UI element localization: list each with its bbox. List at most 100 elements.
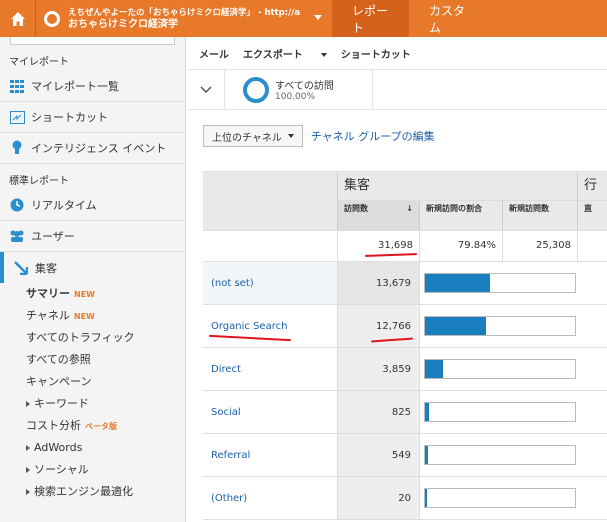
bar-cell	[420, 477, 607, 519]
share-bar-track	[424, 402, 576, 422]
channel-link[interactable]: (Other)	[203, 477, 338, 519]
header-acquisition: 集客	[338, 172, 578, 200]
report-toolbar: メール エクスポート ショートカット	[187, 37, 607, 70]
sub-label: サマリー	[26, 287, 70, 300]
clock-icon	[9, 197, 25, 213]
sidebar-item-label: ショートカット	[31, 111, 108, 124]
sidebar-sub-campaign[interactable]: キャンペーン	[0, 371, 185, 393]
sidebar-item-label: マイレポート一覧	[31, 80, 119, 93]
home-button[interactable]	[0, 0, 36, 37]
account-url: えちぜんやよーたの「おちゃらけミクロ経済学」 - http://acade...	[68, 7, 300, 18]
sidebar-item-label: 集客	[35, 261, 57, 275]
chevron-down-icon	[199, 85, 212, 93]
header-visits[interactable]: 訪問数 ↓	[338, 200, 420, 230]
sidebar-sub-summary[interactable]: サマリー NEW	[0, 283, 185, 305]
sub-label: ソーシャル	[34, 463, 89, 476]
users-icon	[9, 228, 25, 244]
beta-badge: ベータ版	[85, 422, 117, 431]
channel-link[interactable]: (not set)	[203, 262, 338, 304]
sidebar-item-label: リアルタイム	[31, 199, 97, 212]
sub-label: AdWords	[34, 441, 83, 454]
share-bar-track	[424, 316, 576, 336]
segment-row: すべての訪問 100.00%	[187, 69, 607, 110]
edit-channel-group-link[interactable]: チャネル グループの編集	[311, 128, 435, 144]
shortcut-icon	[9, 109, 25, 125]
channel-link[interactable]: Referral	[203, 434, 338, 476]
visits-value: 3,859	[338, 348, 420, 390]
sidebar-item-acquisition[interactable]: 集客	[0, 252, 185, 283]
sidebar-item-realtime[interactable]: リアルタイム	[0, 190, 185, 221]
sidebar-sub-seo[interactable]: 検索エンジン最適化	[0, 481, 185, 503]
table-group-header: 集客 行	[203, 172, 607, 200]
my-report-heading: マイレポート	[9, 57, 69, 68]
sidebar: マイレポート マイレポート一覧 ショートカット インテリジェンス イベント 標準…	[0, 37, 186, 522]
sidebar-sub-all-referrals[interactable]: すべての参照	[0, 349, 185, 371]
dimension-select[interactable]: 上位のチャネル	[203, 125, 303, 147]
table-row: Organic Search 12,766	[203, 305, 607, 348]
sort-down-icon: ↓	[406, 204, 413, 213]
share-bar-track	[424, 445, 576, 465]
sidebar-sub-keyword[interactable]: キーワード	[0, 393, 185, 415]
sidebar-sub-social[interactable]: ソーシャル	[0, 459, 185, 481]
channel-link[interactable]: Social	[203, 391, 338, 433]
share-bar-track	[424, 488, 576, 508]
sidebar-sub-cost-analysis[interactable]: コスト分析 ベータ版	[0, 415, 185, 437]
tab-report[interactable]: レポート	[332, 0, 409, 37]
bar-cell	[420, 262, 607, 304]
segment-pct: 100.00%	[275, 92, 316, 102]
header-blank	[203, 172, 338, 200]
sidebar-item-shortcut[interactable]: ショートカット	[0, 102, 185, 133]
data-table: 集客 行 訪問数 ↓ 新規訪問の割合 新規訪問数 直 31,698 79.84%…	[203, 171, 607, 520]
share-bar-fill	[425, 403, 429, 421]
header-behavior: 行	[578, 172, 607, 200]
visits-value: 20	[338, 477, 420, 519]
account-selector[interactable]: えちぜんやよーたの「おちゃらけミクロ経済学」 - http://acade...…	[36, 0, 332, 37]
channel-link[interactable]: Direct	[203, 348, 338, 390]
bar-cell	[420, 305, 607, 347]
segment-toggle[interactable]	[187, 69, 225, 110]
header-new-visit-pct[interactable]: 新規訪問の割合	[420, 200, 503, 230]
sidebar-item-intelligence[interactable]: インテリジェンス イベント	[0, 133, 185, 164]
sidebar-item-users[interactable]: ユーザー	[0, 221, 185, 252]
visits-value: 825	[338, 391, 420, 433]
header-dimension	[203, 200, 338, 230]
total-new-pct: 79.84%	[420, 231, 503, 261]
new-badge: NEW	[73, 312, 95, 321]
home-icon	[10, 11, 25, 26]
share-bar-track	[424, 273, 576, 293]
share-bar-fill	[425, 274, 490, 292]
table-row: (Other) 20	[203, 477, 607, 520]
table-row: Social 825	[203, 391, 607, 434]
tab-custom[interactable]: カスタム	[409, 0, 487, 37]
shortcut-button[interactable]: ショートカット	[341, 46, 411, 61]
share-bar-fill	[425, 317, 486, 335]
lightbulb-icon	[9, 140, 25, 156]
chevron-down-icon	[320, 52, 327, 57]
bar-cell	[420, 348, 607, 390]
sub-label: コスト分析	[26, 419, 81, 432]
acquisition-icon	[13, 260, 29, 276]
visits-value: 549	[338, 434, 420, 476]
channel-link[interactable]: Organic Search	[203, 305, 338, 347]
sidebar-sub-adwords[interactable]: AdWords	[0, 437, 185, 459]
sidebar-item-my-reports[interactable]: マイレポート一覧	[0, 71, 185, 102]
export-button[interactable]: エクスポート	[243, 46, 327, 61]
header-next[interactable]: 直	[578, 200, 607, 230]
segment-title: すべての訪問	[275, 81, 334, 92]
chevron-down-icon	[314, 15, 322, 20]
segment-all-visits[interactable]: すべての訪問 100.00%	[225, 69, 373, 110]
bar-cell	[420, 434, 607, 476]
sidebar-sub-all-traffic[interactable]: すべてのトラフィック	[0, 327, 185, 349]
sub-label: チャネル	[26, 309, 70, 322]
total-label	[203, 231, 338, 261]
mail-button[interactable]: メール	[199, 46, 229, 61]
header-new-visits[interactable]: 新規訪問数	[503, 200, 578, 230]
main-panel: メール エクスポート ショートカット すべての訪問 100.00% 上位のチャネ…	[187, 37, 607, 522]
table-row: Referral 549	[203, 434, 607, 477]
sidebar-item-label: インテリジェンス イベント	[31, 142, 167, 155]
share-bar-fill	[425, 446, 428, 464]
sidebar-search-input[interactable]	[10, 37, 175, 45]
total-new-visits: 25,308	[503, 231, 578, 261]
sidebar-sub-channel[interactable]: チャネル NEW	[0, 305, 185, 327]
expand-arrow-icon	[26, 401, 30, 407]
